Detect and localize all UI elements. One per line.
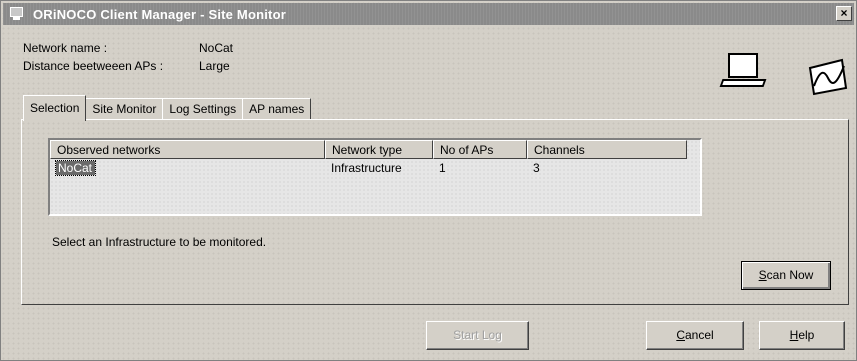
selection-panel: Observed networks Network type No of APs…: [21, 119, 849, 305]
cancel-label: ancel: [684, 328, 714, 342]
network-name-cell[interactable]: NoCat: [50, 160, 325, 178]
signal-wave-icon: [808, 58, 848, 96]
scan-now-label: can Now: [766, 268, 814, 282]
selected-network-name[interactable]: NoCat: [54, 160, 97, 176]
column-no-of-aps[interactable]: No of APs: [433, 140, 527, 159]
ap-count-cell: 1: [439, 161, 446, 175]
network-row[interactable]: NoCat Infrastructure 1 3: [50, 160, 700, 178]
cancel-button[interactable]: Cancel: [646, 321, 744, 350]
title-bar: ORiNOCO Client Manager - Site Monitor ×: [3, 3, 854, 25]
channels-cell: 3: [533, 161, 540, 175]
tab-selection[interactable]: Selection: [23, 95, 87, 121]
site-monitor-window: ORiNOCO Client Manager - Site Monitor × …: [0, 0, 857, 361]
scan-now-button[interactable]: Scan Now: [741, 261, 831, 290]
column-observed-networks[interactable]: Observed networks: [50, 140, 325, 159]
help-label: elp: [798, 328, 815, 342]
tab-ap-names[interactable]: AP names: [242, 98, 312, 120]
tab-site-monitor[interactable]: Site Monitor: [85, 98, 164, 120]
network-name-label: Network name :: [23, 41, 108, 55]
scan-now-accel: S: [758, 268, 767, 282]
column-network-type[interactable]: Network type: [325, 140, 433, 159]
tab-strip: Selection Site Monitor Log Settings AP n…: [23, 94, 312, 121]
list-header: Observed networks Network type No of APs…: [50, 140, 700, 159]
monitor-app-icon: [9, 7, 27, 21]
close-button[interactable]: ×: [836, 6, 852, 21]
laptop-icon: [719, 53, 767, 91]
observed-networks-list[interactable]: Observed networks Network type No of APs…: [48, 138, 702, 216]
selection-hint: Select an Infrastructure to be monitored…: [52, 235, 267, 249]
cancel-accel: C: [676, 328, 685, 342]
distance-value: Large: [199, 59, 230, 73]
network-name-value: NoCat: [199, 41, 234, 55]
start-log-button[interactable]: Start Log: [426, 321, 529, 350]
help-button[interactable]: Help: [759, 321, 845, 350]
tab-log-settings[interactable]: Log Settings: [162, 98, 244, 120]
distance-label: Distance beetweeen APs :: [23, 59, 164, 73]
column-channels[interactable]: Channels: [527, 140, 687, 159]
network-type-cell: Infrastructure: [331, 161, 402, 175]
window-title: ORiNOCO Client Manager - Site Monitor: [33, 6, 286, 22]
